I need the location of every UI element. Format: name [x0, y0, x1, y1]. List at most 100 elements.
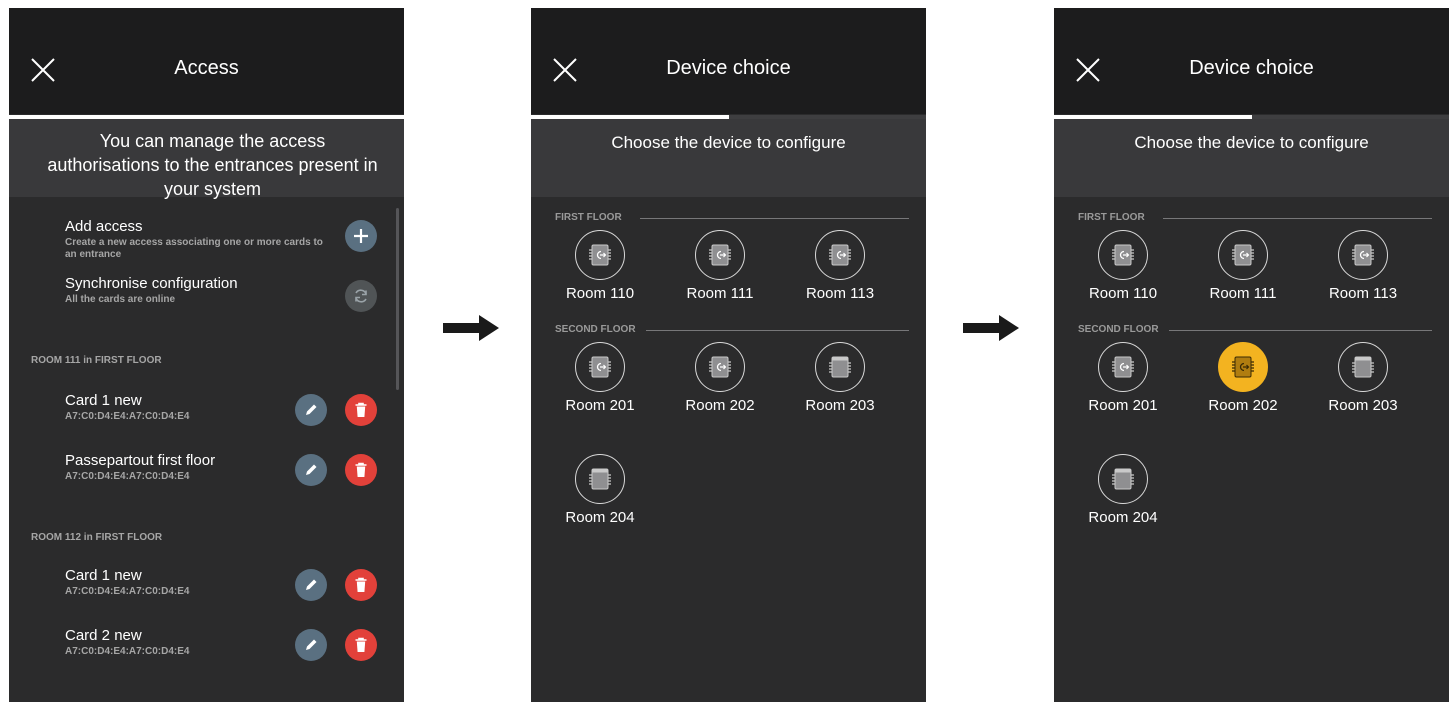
card-switch-icon [826, 353, 854, 381]
card-mac-address: A7:C0:D4:E4:A7:C0:D4:E4 [65, 471, 190, 482]
delete-card-button[interactable] [345, 394, 377, 426]
access-reader-icon [706, 353, 734, 381]
page-title: Device choice [1189, 57, 1314, 79]
page-title: Access [174, 57, 239, 79]
device-room-113[interactable]: Room 113 [1308, 230, 1418, 302]
access-reader-icon [1109, 353, 1137, 381]
card-row: Card 1 new A7:C0:D4:E4:A7:C0:D4:E4 [65, 567, 384, 607]
device-label: Room 111 [686, 285, 754, 302]
sync-config-row[interactable]: Synchronise configuration All the cards … [65, 275, 384, 312]
device-circle [1218, 342, 1268, 392]
device-label: Room 110 [1088, 285, 1158, 302]
add-access-button[interactable] [345, 220, 377, 252]
device-circle [815, 230, 865, 280]
trash-icon [355, 402, 367, 417]
access-reader-icon [586, 241, 614, 269]
divider [639, 218, 909, 219]
card-switch-icon [1109, 465, 1137, 493]
group-label: ROOM 111 in FIRST FLOOR [31, 355, 162, 366]
device-circle [1338, 230, 1388, 280]
access-reader-icon [586, 353, 614, 381]
sync-button[interactable] [345, 280, 377, 312]
delete-card-button[interactable] [345, 629, 377, 661]
access-reader-icon [706, 241, 734, 269]
device-room-204[interactable]: Room 204 [1068, 454, 1178, 526]
divider [1162, 218, 1432, 219]
device-label: Room 202 [1208, 397, 1278, 414]
prompt-text: Choose the device to configure [531, 119, 926, 197]
delete-card-button[interactable] [345, 569, 377, 601]
device-circle [815, 342, 865, 392]
floor-label: SECOND FLOOR [555, 324, 636, 335]
device-label: Room 202 [685, 397, 755, 414]
device-circle [575, 342, 625, 392]
edit-card-button[interactable] [295, 394, 327, 426]
device-label: Room 113 [1328, 285, 1398, 302]
device-label: Room 203 [805, 397, 875, 414]
device-label: Room 204 [1088, 509, 1158, 526]
card-name: Passepartout first floor [65, 452, 216, 469]
device-room-201[interactable]: Room 201 [545, 342, 655, 414]
device-room-202[interactable]: Room 202 [1188, 342, 1298, 414]
divider [646, 330, 909, 331]
card-row: Card 2 new A7:C0:D4:E4:A7:C0:D4:E4 [65, 627, 384, 667]
edit-card-button[interactable] [295, 454, 327, 486]
device-room-204[interactable]: Room 204 [545, 454, 655, 526]
access-screen: Access You can manage the access authori… [9, 8, 404, 702]
add-access-title: Add access [65, 218, 143, 235]
header: Access [9, 8, 404, 114]
header: Device choice [1054, 8, 1449, 114]
card-name: Card 1 new [65, 567, 142, 584]
device-circle [1098, 454, 1148, 504]
access-reader-icon [1349, 241, 1377, 269]
device-label: Room 203 [1328, 397, 1398, 414]
device-label: Room 111 [1209, 285, 1277, 302]
intro-text: You can manage the access authorisations… [9, 119, 404, 199]
device-label: Room 201 [565, 397, 635, 414]
floor-label: FIRST FLOOR [555, 212, 622, 223]
prompt-text: Choose the device to configure [1054, 119, 1449, 197]
device-room-111[interactable]: Room 111 [665, 230, 775, 302]
device-room-203[interactable]: Room 203 [1308, 342, 1418, 414]
card-name: Card 1 new [65, 392, 142, 409]
pencil-icon [306, 464, 317, 475]
device-label: Room 113 [805, 285, 875, 302]
trash-icon [355, 637, 367, 652]
card-name: Card 2 new [65, 627, 142, 644]
arrow-right-icon [443, 314, 499, 342]
plus-icon [354, 229, 368, 243]
access-reader-icon [1109, 241, 1137, 269]
device-label: Room 204 [565, 509, 635, 526]
edit-card-button[interactable] [295, 569, 327, 601]
card-mac-address: A7:C0:D4:E4:A7:C0:D4:E4 [65, 646, 190, 657]
device-room-203[interactable]: Room 203 [785, 342, 895, 414]
access-reader-icon [1229, 353, 1257, 381]
device-circle [695, 230, 745, 280]
card-switch-icon [586, 465, 614, 493]
device-choice-screen: Device choice Choose the device to confi… [1054, 8, 1449, 702]
add-access-description: Create a new access associating one or m… [65, 237, 323, 260]
trash-icon [355, 577, 367, 592]
floor-label: SECOND FLOOR [1078, 324, 1159, 335]
pencil-icon [306, 404, 317, 415]
device-label: Room 110 [565, 285, 635, 302]
device-circle [1218, 230, 1268, 280]
device-room-113[interactable]: Room 113 [785, 230, 895, 302]
device-room-110[interactable]: Room 110 [545, 230, 655, 302]
card-row: Card 1 new A7:C0:D4:E4:A7:C0:D4:E4 [65, 392, 384, 432]
device-room-110[interactable]: Room 110 [1068, 230, 1178, 302]
device-room-111[interactable]: Room 111 [1188, 230, 1298, 302]
device-circle [1098, 342, 1148, 392]
add-access-row[interactable]: Add access Create a new access associati… [65, 218, 384, 261]
device-room-201[interactable]: Room 201 [1068, 342, 1178, 414]
device-room-202[interactable]: Room 202 [665, 342, 775, 414]
device-circle [1098, 230, 1148, 280]
sync-config-title: Synchronise configuration [65, 275, 238, 292]
delete-card-button[interactable] [345, 454, 377, 486]
edit-card-button[interactable] [295, 629, 327, 661]
scrollbar[interactable] [396, 208, 399, 390]
device-circle [575, 454, 625, 504]
floor-label: FIRST FLOOR [1078, 212, 1145, 223]
device-choice-screen: Device choice Choose the device to confi… [531, 8, 926, 702]
device-circle [1338, 342, 1388, 392]
